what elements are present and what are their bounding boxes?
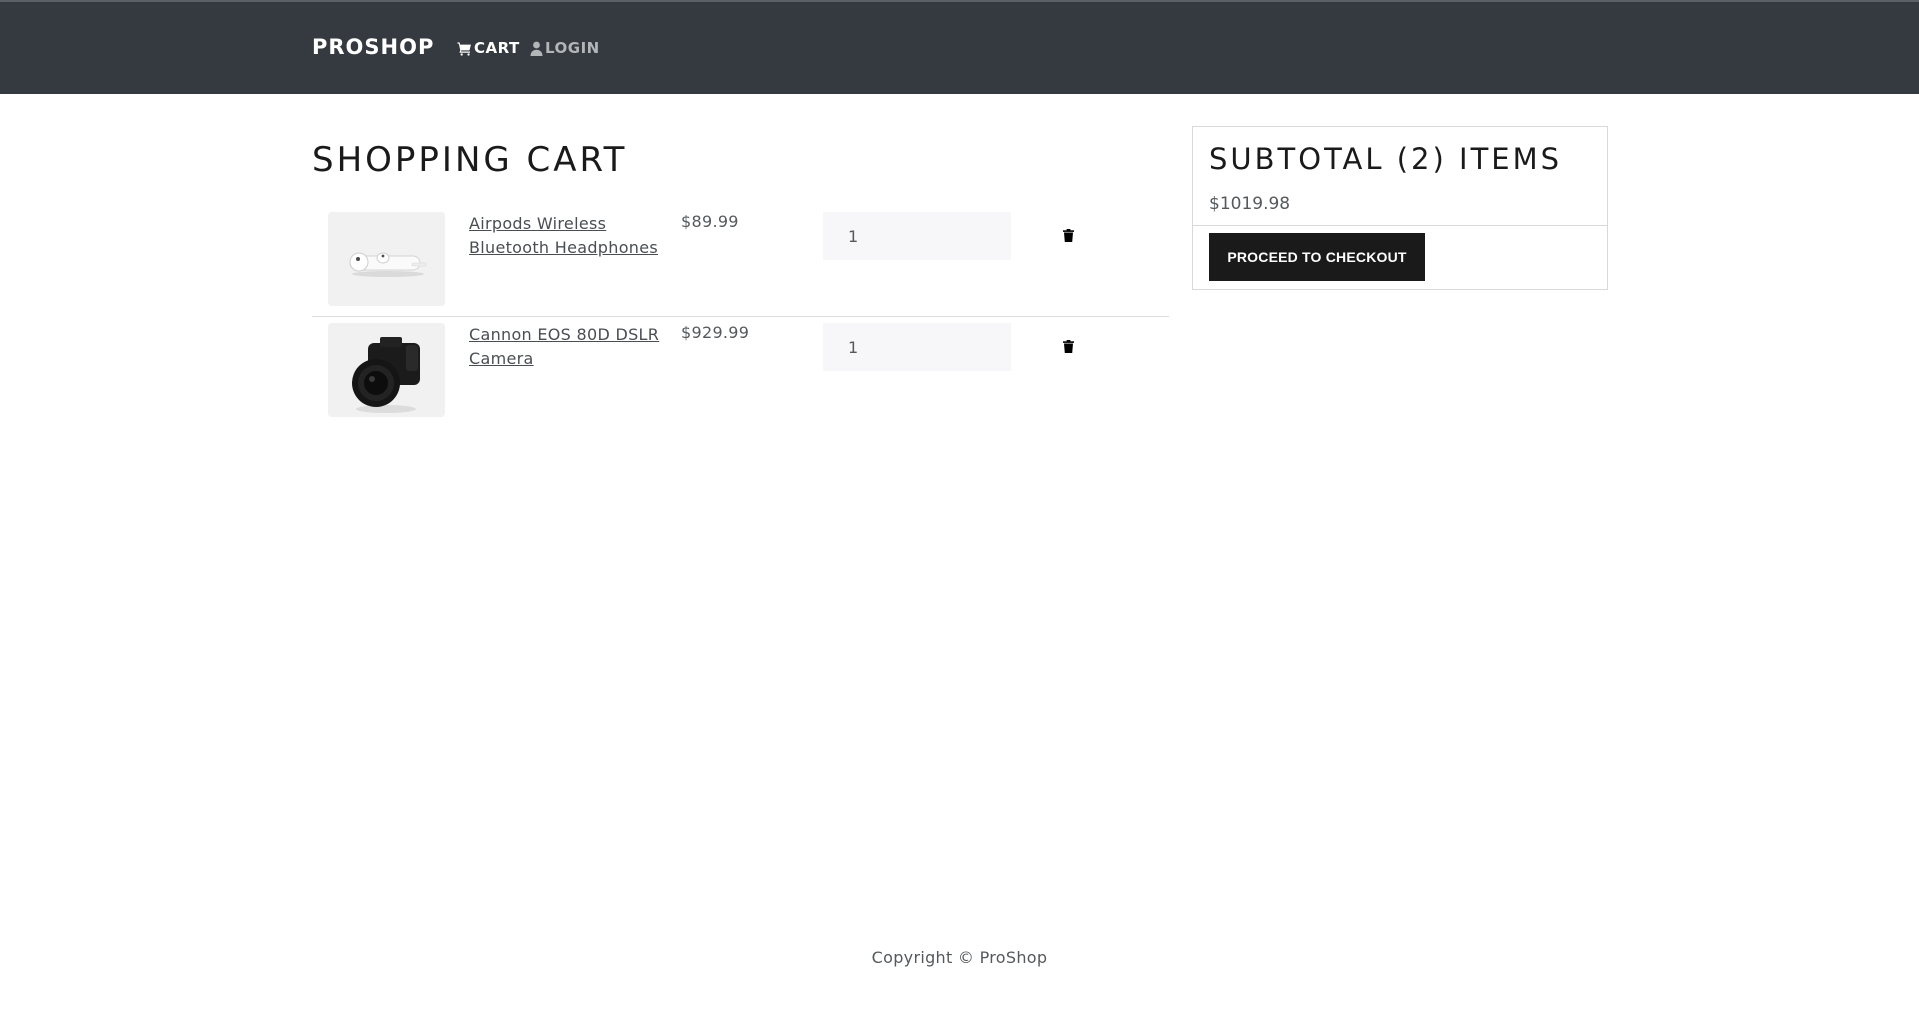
shopping-cart-icon [457,41,472,56]
product-price: $89.99 [681,212,739,231]
brand-logo[interactable]: PROSHOP [312,35,434,59]
nav-login-link[interactable]: LOGIN [530,39,600,57]
proceed-to-checkout-button[interactable]: PROCEED TO CHECKOUT [1209,233,1425,281]
order-summary-card: SUBTOTAL (2) ITEMS $1019.98 PROCEED TO C… [1192,126,1608,290]
summary-divider [1193,225,1607,226]
trash-icon [1062,227,1074,246]
product-link[interactable]: Airpods Wireless Bluetooth Headphones [469,212,669,260]
quantity-value: 1 [848,226,859,246]
delete-item-button[interactable] [1056,224,1080,248]
nav-cart-link[interactable]: CART [457,39,520,57]
camera-image [328,323,445,417]
product-link[interactable]: Cannon EOS 80D DSLR Camera [469,323,669,371]
subtotal-title: SUBTOTAL (2) ITEMS [1209,142,1563,176]
quantity-select[interactable]: 1 [823,212,1011,260]
navbar: PROSHOP CART LOGIN [0,0,1919,94]
footer-copyright: Copyright © ProShop [871,948,1048,967]
trash-icon [1062,338,1074,357]
delete-item-button[interactable] [1056,335,1080,359]
cart-item: Cannon EOS 80D DSLR Camera $929.99 1 [312,317,1169,428]
quantity-select[interactable]: 1 [823,323,1011,371]
page-title: SHOPPING CART [312,140,628,180]
airpods-image [328,212,445,306]
nav-login-label: LOGIN [545,39,600,57]
cart-item: Airpods Wireless Bluetooth Headphones $8… [312,206,1169,317]
product-price: $929.99 [681,323,750,342]
nav-cart-label: CART [474,39,520,57]
subtotal-amount: $1019.98 [1209,194,1291,214]
user-icon [530,41,543,56]
quantity-value: 1 [848,337,859,357]
